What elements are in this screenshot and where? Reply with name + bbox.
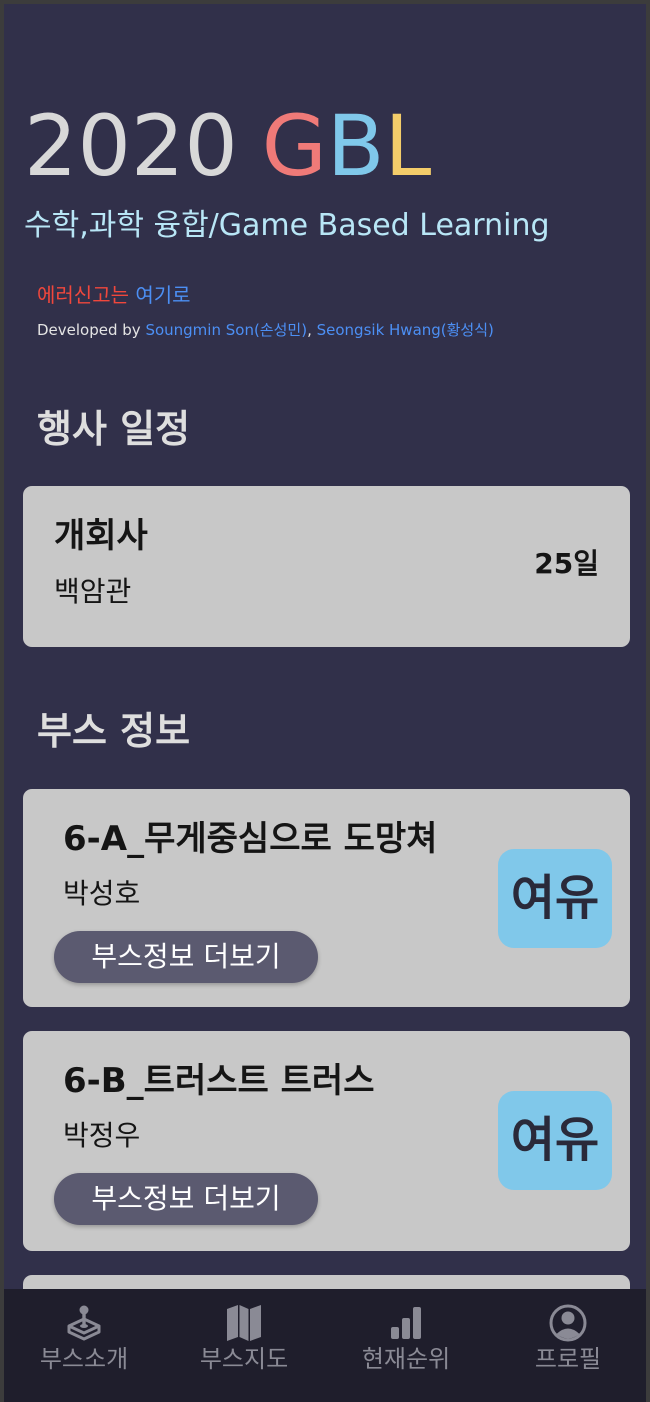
app-title: 2020 GBL [24,96,431,196]
booth-card-partial[interactable] [23,1275,630,1289]
booth-card[interactable]: 6-B_트러스트 트러스 박정우 부스정보 더보기 여유 [23,1031,630,1251]
booth-more-info-button[interactable]: 부스정보 더보기 [54,931,318,983]
tab-label: 현재순위 [361,1345,451,1373]
main-content[interactable]: 2020 GBL 수학,과학 융합/Game Based Learning 에러신… [4,4,646,1289]
title-letter-g: G [261,97,327,195]
booth-host: 박정우 [63,1119,141,1152]
booth-card[interactable]: 6-A_무게중심으로 도망쳐 박성호 부스정보 더보기 여유 [23,789,630,1007]
developer-credits: Developed by Soungmin Son(손성민), Seongsik… [37,318,494,342]
developer-separator: , [307,321,312,339]
event-date: 25일 [534,547,599,580]
developer-link-son[interactable]: Soungmin Son(손성민) [145,321,307,339]
app-subtitle: 수학,과학 융합/Game Based Learning [24,208,550,243]
booth-host: 박성호 [63,877,141,910]
joystick-icon [67,1305,101,1341]
error-report-line: 에러신고는 여기로 [37,280,191,310]
tab-label: 프로필 [534,1345,602,1373]
booth-name: 6-A_무게중심으로 도망쳐 [63,819,438,859]
developer-link-hwang[interactable]: Seongsik Hwang(황성식) [317,321,494,339]
developed-by-text: Developed by [37,321,141,339]
bar-chart-icon [391,1307,421,1339]
booth-more-info-button[interactable]: 부스정보 더보기 [54,1173,318,1225]
event-place: 백암관 [54,575,132,608]
tab-label: 부스지도 [199,1345,289,1373]
map-icon [227,1305,261,1341]
title-letter-l: L [384,97,432,195]
app-frame: 2020 GBL 수학,과학 융합/Game Based Learning 에러신… [0,0,650,1402]
error-report-link[interactable]: 여기로 [135,283,190,307]
booth-status-badge: 여유 [498,849,612,948]
booth-section-title: 부스 정보 [37,709,191,753]
tab-booth-map[interactable]: 부스지도 [164,1289,324,1402]
event-name: 개회사 [54,516,148,556]
title-letter-b: B [326,97,385,195]
event-card[interactable]: 개회사 백암관 25일 [23,486,630,647]
tab-booth-intro[interactable]: 부스소개 [4,1289,164,1402]
user-circle-icon [549,1304,587,1342]
tab-profile[interactable]: 프로필 [488,1289,646,1402]
bottom-tab-bar: 부스소개 부스지도 현재순위 프로필 [4,1289,646,1402]
tab-label: 부스소개 [39,1345,129,1373]
booth-status-badge: 여유 [498,1091,612,1190]
tab-current-ranking[interactable]: 현재순위 [326,1289,486,1402]
title-year: 2020 [24,97,238,195]
error-report-text: 에러신고는 [37,283,129,307]
booth-name: 6-B_트러스트 트러스 [63,1061,375,1101]
schedule-section-title: 행사 일정 [37,407,191,451]
